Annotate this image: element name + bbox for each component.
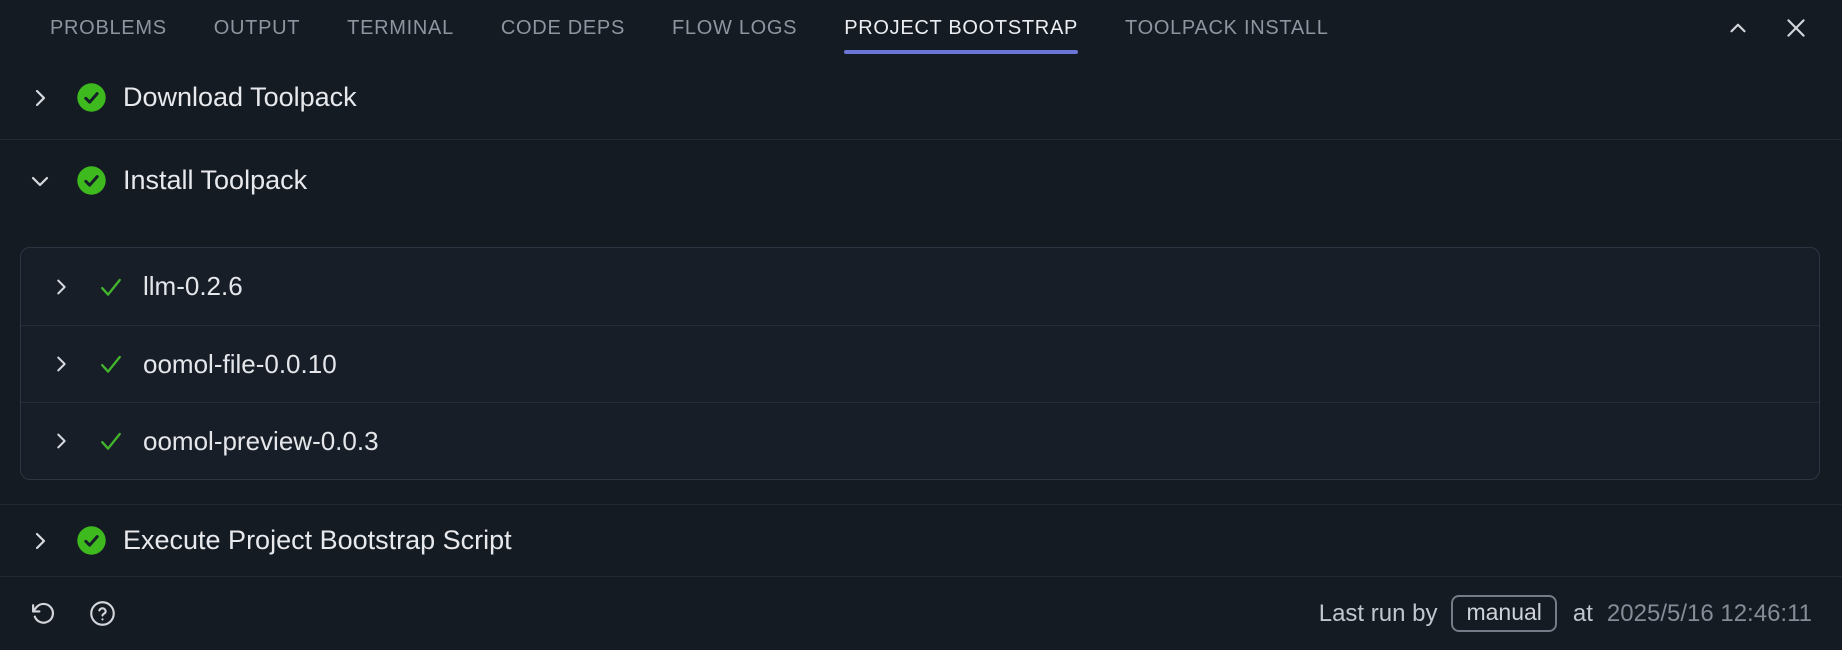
last-run-timestamp: 2025/5/16 12:46:11 xyxy=(1607,600,1812,628)
step-row-download-toolpack[interactable]: Download Toolpack xyxy=(0,56,1842,139)
success-check-circle-icon xyxy=(76,525,107,556)
check-icon xyxy=(97,427,125,455)
footer-actions xyxy=(28,600,116,628)
last-run-label: Last run by xyxy=(1319,600,1438,628)
package-label: llm-0.2.6 xyxy=(143,271,243,302)
step-row-execute-bootstrap-script[interactable]: Execute Project Bootstrap Script xyxy=(0,505,1842,576)
close-icon[interactable] xyxy=(1782,14,1810,42)
tab-toolpack-install[interactable]: TOOLPACK INSTALL xyxy=(1125,0,1329,56)
chevron-right-icon[interactable] xyxy=(27,528,53,554)
package-row-oomol-preview[interactable]: oomol-preview-0.0.3 xyxy=(21,402,1819,479)
step-label: Install Toolpack xyxy=(123,165,307,196)
check-icon xyxy=(97,350,125,378)
package-list-panel: llm-0.2.6 oomol-file-0.0.10 oomol-previe… xyxy=(20,247,1820,480)
tab-output[interactable]: OUTPUT xyxy=(214,0,300,56)
rotate-ccw-icon[interactable] xyxy=(28,600,56,628)
tab-list: PROBLEMS OUTPUT TERMINAL CODE DEPS FLOW … xyxy=(50,0,1329,56)
package-label: oomol-file-0.0.10 xyxy=(143,349,337,380)
check-icon xyxy=(97,273,125,301)
help-circle-icon[interactable] xyxy=(88,600,116,628)
success-check-circle-icon xyxy=(76,165,107,196)
tab-terminal[interactable]: TERMINAL xyxy=(347,0,454,56)
panel-actions xyxy=(1724,0,1842,56)
chevron-right-icon[interactable] xyxy=(49,429,73,453)
package-row-oomol-file[interactable]: oomol-file-0.0.10 xyxy=(21,325,1819,402)
run-trigger-badge: manual xyxy=(1451,595,1556,632)
at-label: at xyxy=(1573,600,1593,628)
status-footer: Last run by manual at 2025/5/16 12:46:11 xyxy=(0,576,1842,650)
chevron-right-icon[interactable] xyxy=(49,352,73,376)
chevron-up-icon[interactable] xyxy=(1724,14,1752,42)
tab-problems[interactable]: PROBLEMS xyxy=(50,0,167,56)
install-toolpack-content: llm-0.2.6 oomol-file-0.0.10 oomol-previe… xyxy=(0,221,1842,504)
last-run-info: Last run by manual at 2025/5/16 12:46:11 xyxy=(1319,595,1812,632)
step-row-install-toolpack[interactable]: Install Toolpack xyxy=(0,140,1842,221)
package-row-llm[interactable]: llm-0.2.6 xyxy=(21,248,1819,325)
chevron-right-icon[interactable] xyxy=(49,275,73,299)
tab-flow-logs[interactable]: FLOW LOGS xyxy=(672,0,797,56)
panel-tab-bar: PROBLEMS OUTPUT TERMINAL CODE DEPS FLOW … xyxy=(0,0,1842,56)
chevron-right-icon[interactable] xyxy=(27,85,53,111)
step-label: Execute Project Bootstrap Script xyxy=(123,525,512,556)
success-check-circle-icon xyxy=(76,82,107,113)
chevron-down-icon[interactable] xyxy=(27,168,53,194)
package-label: oomol-preview-0.0.3 xyxy=(143,426,379,457)
tab-project-bootstrap[interactable]: PROJECT BOOTSTRAP xyxy=(844,0,1078,56)
step-label: Download Toolpack xyxy=(123,82,357,113)
tab-code-deps[interactable]: CODE DEPS xyxy=(501,0,625,56)
